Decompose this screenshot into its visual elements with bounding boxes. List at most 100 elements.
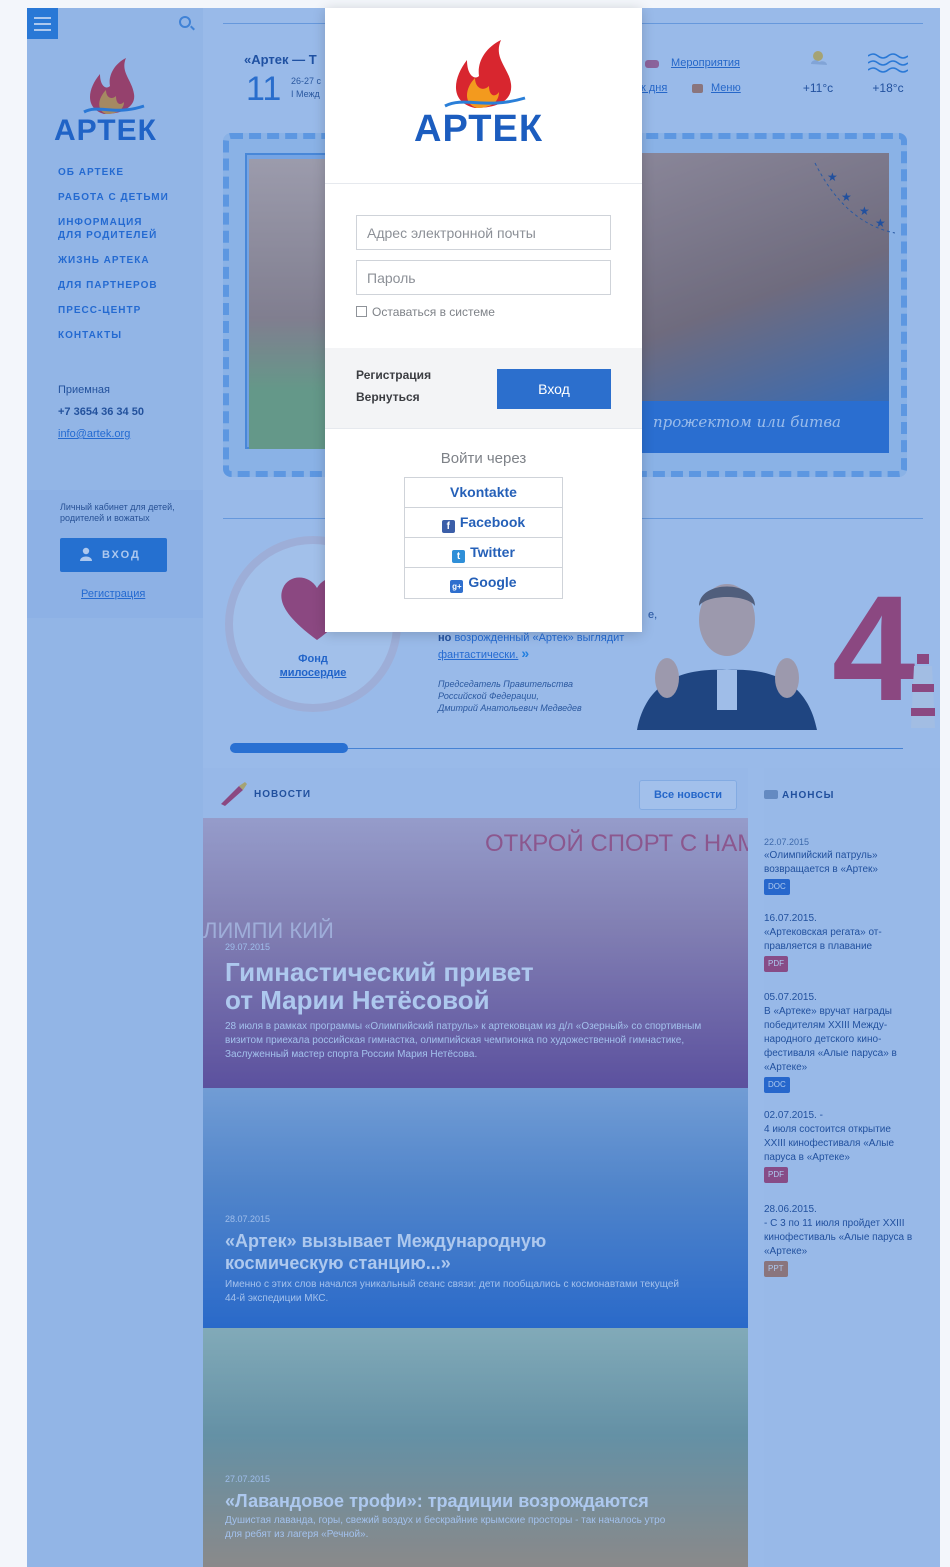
event-dates-line2: I Межд: [291, 89, 320, 99]
news-desc: Именно с этих слов начался уникальный се…: [225, 1279, 679, 1304]
link-day[interactable]: к дня: [641, 82, 667, 94]
modal-logo: АРТЕК: [413, 40, 555, 152]
register-link[interactable]: Регистрация: [356, 368, 431, 382]
back-link[interactable]: Вернуться: [356, 390, 420, 404]
nav-about[interactable]: ОБ АРТЕКЕ: [58, 166, 198, 179]
flame-icon: [444, 40, 526, 108]
svg-text:★: ★: [841, 190, 852, 204]
svg-text:★: ★: [875, 216, 886, 230]
waves-icon: [868, 53, 908, 73]
all-news-button[interactable]: Все новости: [639, 780, 737, 810]
nav-work-with-children[interactable]: РАБОТА С ДЕТЬМИ: [58, 191, 198, 204]
ppt-badge[interactable]: PPT: [764, 1261, 788, 1277]
contacts: Приемная +7 3654 36 34 50 info@artek.org: [58, 384, 144, 450]
vkontakte-label: Vkontakte: [450, 484, 517, 500]
sidebar-logo[interactable]: АРТЕК: [54, 56, 174, 147]
event-title[interactable]: «Артек — Т: [244, 52, 317, 67]
events-icon: [645, 60, 659, 68]
news-title-iss: «Артек» вызывает Международную космическ…: [225, 1230, 705, 1274]
banner-caption: прожектом или битва: [639, 401, 889, 453]
announcement-item[interactable]: 22.07.2015 «Олимпийский патруль» возвращ…: [764, 835, 914, 895]
brand-wordmark: АРТЕК: [54, 114, 157, 147]
doc-badge[interactable]: DOC: [764, 1077, 790, 1093]
pdf-badge[interactable]: PDF: [764, 956, 788, 972]
announcement-item[interactable]: 16.07.2015. «Артековская регата» от-прав…: [764, 912, 914, 972]
news-title-line2: от Марии Нетёсовой: [225, 985, 490, 1015]
google-button[interactable]: g+ Google: [405, 568, 562, 598]
event-dates: 26-27 с I Межд: [291, 75, 321, 101]
author-line2: Российской Федерации,: [438, 691, 539, 701]
sidebar: АРТЕК ОБ АРТЕКЕ РАБОТА С ДЕТЬМИ ИНФОРМАЦ…: [27, 8, 203, 1567]
nav-info-parents-line2: ДЛЯ РОДИТЕЛЕЙ: [58, 230, 158, 241]
nav-press-center[interactable]: ПРЕСС-ЦЕНТР: [58, 304, 198, 317]
big-number: 4: [832, 564, 916, 732]
personal-cabinet: Личный кабинет для детей, родителей и во…: [27, 490, 203, 618]
announcement-item[interactable]: 02.07.2015. - 4 июля состоится открытие …: [764, 1109, 914, 1183]
twitter-button[interactable]: t Twitter: [405, 538, 562, 568]
login-actions: Регистрация Вернуться Вход: [325, 348, 642, 428]
event-dates-line1: 26-27 с: [291, 76, 322, 86]
modal-divider: [325, 183, 642, 184]
author-line1: Председатель Правительства: [438, 679, 574, 689]
facebook-icon: f: [441, 520, 455, 533]
news-date: 28.07.2015: [225, 1214, 271, 1224]
quote-line3[interactable]: фантастически.: [438, 649, 518, 661]
announcement-item[interactable]: 05.07.2015. В «Артеке» вручат награды по…: [764, 991, 914, 1093]
nav-artek-life[interactable]: ЖИЗНЬ АРТЕКА: [58, 254, 198, 267]
cabinet-text: Личный кабинет для детей, родителей и во…: [60, 502, 175, 523]
news-title: НОВОСТИ: [254, 789, 312, 800]
news-title-lavender: «Лавандовое трофи»: традиции возрождаютс…: [225, 1491, 649, 1511]
remember-checkbox[interactable]: [356, 306, 367, 317]
announcement-date: 16.07.2015.: [764, 913, 817, 924]
announcements-header: АНОНСЫ: [764, 790, 834, 801]
slider-thumb[interactable]: [230, 743, 348, 753]
nav-contacts[interactable]: КОНТАКТЫ: [58, 329, 198, 342]
email-field[interactable]: [356, 215, 611, 250]
flame-icon: [83, 58, 145, 114]
announcement-date: 22.07.2015: [764, 837, 810, 847]
cabinet-login-button[interactable]: ВХОД: [60, 538, 167, 572]
nav-info-parents[interactable]: ИНФОРМАЦИЯ ДЛЯ РОДИТЕЛЕЙ: [58, 216, 198, 242]
stars-decoration: ★ ★ ★ ★: [814, 162, 895, 234]
news-item-gymnastics[interactable]: ОТКРОЙ СПОРТ С НАМ ЛИМПИ КИЙ 29.07.2015 …: [203, 818, 748, 1088]
cabinet-register-link[interactable]: Регистрация: [81, 588, 145, 600]
social-login-title: Войти через: [440, 450, 527, 467]
announcement-text: В «Артеке» вручат награды победителям XX…: [764, 1006, 897, 1073]
link-events[interactable]: Мероприятия: [671, 57, 740, 69]
login-modal: АРТЕК Оставаться в системе Регистрация В…: [325, 8, 642, 632]
news-header: НОВОСТИ Все новости: [203, 768, 748, 818]
search-icon[interactable]: [179, 16, 191, 28]
remember-me[interactable]: Оставаться в системе: [356, 305, 495, 319]
remember-label: Оставаться в системе: [372, 305, 495, 319]
login-button[interactable]: Вход: [497, 369, 611, 409]
reception-label: Приемная: [58, 384, 110, 396]
news-title-line1: «Артек» вызывает Международную: [225, 1231, 547, 1251]
modal-divider: [325, 428, 642, 429]
google-plus-icon: g+: [450, 580, 464, 593]
pdf-badge[interactable]: PDF: [764, 1167, 788, 1183]
nav-partners[interactable]: ДЛЯ ПАРТНЕРОВ: [58, 279, 198, 292]
doc-badge[interactable]: DOC: [764, 879, 790, 895]
password-field[interactable]: [356, 260, 611, 295]
news-desc: 28 июля в рамках программы «Олимпийский …: [225, 1021, 702, 1060]
vkontakte-button[interactable]: Vkontakte: [405, 478, 562, 508]
svg-text:★: ★: [859, 204, 870, 218]
medvedev-photo: [637, 584, 817, 730]
news-date: 27.07.2015: [225, 1474, 271, 1484]
sun-cloud-icon: [811, 51, 827, 65]
news-item-iss[interactable]: 28.07.2015 «Артек» вызывает Международну…: [203, 1088, 748, 1328]
charity-title: Фонд милосердие: [253, 652, 373, 680]
email-link[interactable]: info@artek.org: [58, 428, 144, 440]
announcement-text: 4 июля состоится открытие XXIII кинофест…: [764, 1124, 895, 1163]
bugle-icon: [221, 782, 247, 806]
announcement-item[interactable]: 28.06.2015. - С 3 по 11 июля пройдет XXI…: [764, 1203, 914, 1277]
link-menu[interactable]: Меню: [711, 82, 741, 94]
photo-caption-olympic: ЛИМПИ КИЙ: [203, 918, 334, 943]
facebook-label: Facebook: [459, 514, 526, 530]
more-arrow-icon[interactable]: »: [521, 645, 529, 661]
author-line3: Дмитрий Анатольевич Медведев: [438, 703, 582, 713]
menu-icon[interactable]: [27, 8, 58, 39]
lighthouse-icon: [911, 654, 935, 728]
facebook-button[interactable]: f Facebook: [405, 508, 562, 538]
news-item-lavender[interactable]: 27.07.2015 «Лавандовое трофи»: традиции …: [203, 1328, 748, 1567]
